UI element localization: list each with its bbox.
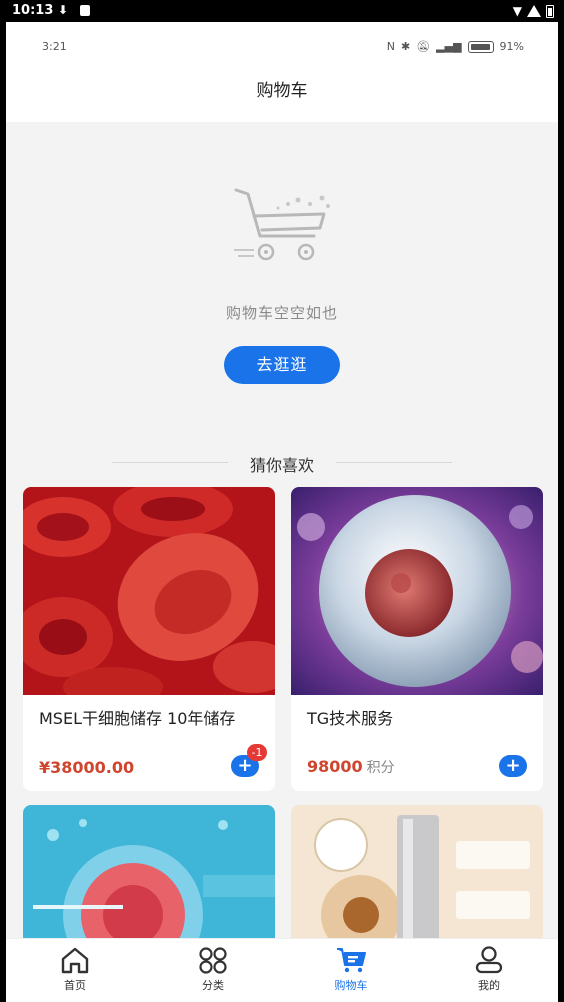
tab-mine[interactable]: 我的 <box>420 939 558 1002</box>
cart-icon <box>337 948 366 973</box>
divider-left <box>112 462 228 463</box>
system-time: 10:13 <box>12 3 54 18</box>
go-shopping-button[interactable]: 去逛逛 <box>224 346 340 384</box>
inner-battery-icon <box>467 40 494 53</box>
signal-icon: ▂▄▆ <box>436 40 462 53</box>
product-name[interactable]: TG技术服务 <box>291 699 543 759</box>
empty-cart-text: 购物车空空如也 <box>225 304 338 322</box>
product-image-skincare[interactable] <box>291 805 543 945</box>
tab-category[interactable]: 分类 <box>144 939 282 1002</box>
product-price-row: ¥38000.00 <box>39 758 134 777</box>
app-notification-icon <box>80 5 90 16</box>
product-price: 98000 <box>307 757 363 776</box>
recommend-title-text: 猜你喜欢 <box>249 456 314 475</box>
product-image-egg-injection[interactable] <box>23 805 275 945</box>
tab-mine-label: 我的 <box>478 979 500 992</box>
bluetooth-icon: ✱ <box>400 40 411 53</box>
product-price: ¥38000.00 <box>39 758 135 777</box>
product-image-cell[interactable] <box>291 487 543 695</box>
product-card[interactable]: MSEL干细胞储存 10年储存 ¥38000.00 + -1 <box>23 487 275 791</box>
product-card[interactable]: TG技术服务 98000 积分 + <box>291 487 543 791</box>
product-name[interactable]: MSEL干细胞储存 10年储存 <box>23 699 275 759</box>
category-icon <box>199 947 227 974</box>
tab-cart-label: 购物车 <box>334 979 368 992</box>
page-header: 购物车 <box>6 68 558 122</box>
tab-cart[interactable]: 购物车 <box>282 939 420 1002</box>
product-price-row: 98000 积分 <box>307 757 395 777</box>
tab-home-label: 首页 <box>64 979 86 992</box>
tab-category-label: 分类 <box>202 979 224 992</box>
product-price-unit: 积分 <box>366 760 395 776</box>
add-to-cart-button[interactable]: + <box>499 755 527 777</box>
recommend-section-title: 猜你喜欢 <box>6 452 558 476</box>
empty-cart-icon <box>234 188 330 261</box>
mute-icon: 🔕︎ <box>416 40 431 53</box>
cell-signal-icon <box>527 5 541 17</box>
app-screen: 3:21 N ✱ 🔕︎ ▂▄▆ 91% 购物车 购物车空空如也 去逛逛 猜你喜欢 <box>6 22 558 1002</box>
wifi-icon: ▼ <box>512 4 522 18</box>
product-image-red-blood-cells[interactable] <box>23 487 275 707</box>
home-icon <box>61 947 89 974</box>
inner-time: 3:21 <box>42 40 67 53</box>
inner-status-bar: 3:21 N ✱ 🔕︎ ▂▄▆ 91% <box>6 22 558 68</box>
battery-percent: 91% <box>499 40 524 53</box>
user-icon <box>475 946 503 974</box>
battery-icon <box>546 4 554 18</box>
page-title: 购物车 <box>256 81 308 101</box>
divider-right <box>336 462 452 463</box>
system-status-bar: 10:13 ⬇ ▼ <box>0 0 564 22</box>
nfc-icon: N <box>386 40 395 53</box>
bottom-tab-bar: 首页 分类 购物车 我的 <box>6 938 558 1002</box>
download-icon: ⬇ <box>58 3 69 17</box>
tab-home[interactable]: 首页 <box>6 939 144 1002</box>
quantity-badge: -1 <box>247 744 267 761</box>
